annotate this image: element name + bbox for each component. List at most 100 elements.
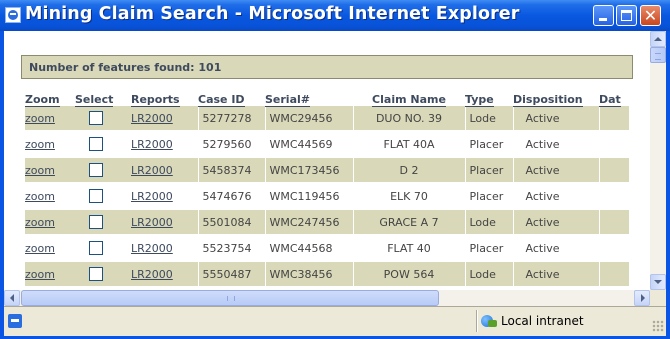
table-row: zoom LR2000 5501084 WMC247456 GRACE A 7 Lode A… — [25, 209, 629, 236]
minimize-icon — [599, 18, 607, 21]
header-select[interactable]: Select — [75, 91, 131, 107]
claim-name-cell: FLAT 40 — [387, 241, 431, 255]
disposition-cell: Active — [525, 163, 560, 177]
serial-cell: WMC119456 — [269, 189, 340, 203]
page-content: Number of features found: 101 Zoom Selec… — [4, 31, 650, 290]
intranet-zone-icon — [481, 314, 497, 328]
serial-cell: WMC173456 — [269, 163, 340, 177]
table-row: zoom LR2000 5550487 WMC38456 POW 564 Lode Acti… — [25, 261, 629, 288]
claim-name-cell: FLAT 40A — [383, 137, 435, 151]
zoom-link[interactable]: zoom — [25, 242, 55, 255]
disposition-cell: Active — [525, 215, 560, 229]
lr2000-report-link[interactable]: LR2000 — [131, 242, 173, 255]
case-id-cell: 5501084 — [202, 215, 252, 229]
lr2000-report-link[interactable]: LR2000 — [131, 112, 173, 125]
type-cell: Lode — [469, 111, 496, 125]
case-id-cell: 5550487 — [202, 267, 252, 281]
left-arrow-icon — [10, 294, 14, 302]
zoom-link[interactable]: zoom — [25, 268, 55, 281]
header-date[interactable]: Dat — [599, 91, 629, 107]
type-cell: Lode — [469, 215, 496, 229]
select-checkbox[interactable] — [89, 241, 103, 255]
claim-name-cell: POW 564 — [383, 267, 435, 281]
serial-cell: WMC29456 — [269, 111, 333, 125]
table-row: zoom LR2000 5474676 WMC119456 ELK 70 Placer Ac… — [25, 183, 629, 210]
vertical-scrollbar[interactable] — [650, 31, 666, 290]
lr2000-report-link[interactable]: LR2000 — [131, 138, 173, 151]
case-id-cell: 5523754 — [202, 241, 252, 255]
vertical-scroll-thumb[interactable] — [650, 47, 666, 63]
status-bar: Local intranet — [4, 306, 666, 336]
zoom-link[interactable]: zoom — [25, 164, 55, 177]
serial-cell: WMC247456 — [269, 215, 340, 229]
lr2000-report-link[interactable]: LR2000 — [131, 216, 173, 229]
features-found-box: Number of features found: 101 — [21, 55, 633, 79]
case-id-cell: 5277278 — [202, 111, 252, 125]
claim-name-cell: ELK 70 — [390, 189, 428, 203]
disposition-cell: Active — [525, 111, 560, 125]
maximize-icon — [621, 10, 632, 21]
select-checkbox[interactable] — [89, 215, 103, 229]
disposition-cell: Active — [525, 267, 560, 281]
case-id-cell: 5458374 — [202, 163, 252, 177]
header-type[interactable]: Type — [465, 91, 513, 107]
resize-grip[interactable] — [652, 320, 664, 332]
claim-name-cell: DUO NO. 39 — [375, 111, 443, 125]
header-serial[interactable]: Serial# — [265, 91, 353, 107]
disposition-cell: Active — [525, 137, 560, 151]
scroll-up-button[interactable] — [650, 31, 666, 47]
claim-name-cell: GRACE A 7 — [379, 215, 439, 229]
window-title: Mining Claim Search - Microsoft Internet… — [25, 4, 520, 24]
title-bar[interactable]: Mining Claim Search - Microsoft Internet… — [0, 0, 670, 31]
select-checkbox[interactable] — [89, 137, 103, 151]
status-divider — [476, 310, 478, 332]
header-reports[interactable]: Reports — [131, 91, 198, 107]
right-arrow-icon — [641, 294, 645, 302]
type-cell: Placer — [469, 189, 504, 203]
horizontal-scroll-thumb[interactable] — [21, 290, 439, 306]
scroll-right-button[interactable] — [634, 290, 650, 306]
zoom-link[interactable]: zoom — [25, 138, 55, 151]
maximize-button[interactable] — [616, 5, 637, 26]
close-icon: ✕ — [643, 6, 658, 25]
lr2000-report-link[interactable]: LR2000 — [131, 268, 173, 281]
header-zoom[interactable]: Zoom — [25, 91, 75, 107]
lr2000-report-link[interactable]: LR2000 — [131, 164, 173, 177]
select-checkbox[interactable] — [89, 111, 103, 125]
disposition-cell: Active — [525, 241, 560, 255]
type-cell: Placer — [469, 241, 504, 255]
disposition-cell: Active — [525, 189, 560, 203]
header-claim-name[interactable]: Claim Name — [353, 91, 465, 107]
select-checkbox[interactable] — [89, 189, 103, 203]
serial-cell: WMC44568 — [269, 241, 333, 255]
down-arrow-icon — [654, 280, 662, 284]
case-id-cell: 5279560 — [202, 137, 252, 151]
zoom-link[interactable]: zoom — [25, 112, 55, 125]
table-row: zoom LR2000 5458374 WMC173456 D 2 Placer Activ… — [25, 157, 629, 184]
scroll-down-button[interactable] — [650, 274, 666, 290]
type-cell: Placer — [469, 163, 504, 177]
page-status-icon — [8, 314, 22, 328]
header-disposition[interactable]: Disposition — [513, 91, 599, 107]
table-row: zoom LR2000 5277278 WMC29456 DUO NO. 39 Lode A… — [25, 106, 629, 132]
lr2000-report-link[interactable]: LR2000 — [131, 190, 173, 203]
scrollbar-corner — [650, 290, 666, 306]
select-checkbox[interactable] — [89, 163, 103, 177]
zoom-link[interactable]: zoom — [25, 190, 55, 203]
security-zone-label: Local intranet — [501, 314, 584, 328]
select-checkbox[interactable] — [89, 267, 103, 281]
close-button[interactable]: ✕ — [640, 5, 661, 26]
browser-client-area: Number of features found: 101 Zoom Selec… — [4, 31, 666, 336]
scroll-left-button[interactable] — [4, 290, 20, 306]
horizontal-scrollbar[interactable] — [4, 290, 650, 306]
table-row: zoom LR2000 5279560 WMC44569 FLAT 40A Placer A… — [25, 131, 629, 158]
internet-explorer-icon — [5, 7, 21, 23]
header-case-id[interactable]: Case ID — [198, 91, 265, 107]
serial-cell: WMC38456 — [269, 267, 333, 281]
table-row: zoom LR2000 5523754 WMC44568 FLAT 40 Placer Ac… — [25, 235, 629, 262]
type-cell: Lode — [469, 267, 496, 281]
browser-window: Mining Claim Search - Microsoft Internet… — [0, 0, 670, 339]
zoom-link[interactable]: zoom — [25, 216, 55, 229]
up-arrow-icon — [654, 37, 662, 41]
minimize-button[interactable] — [593, 5, 614, 26]
